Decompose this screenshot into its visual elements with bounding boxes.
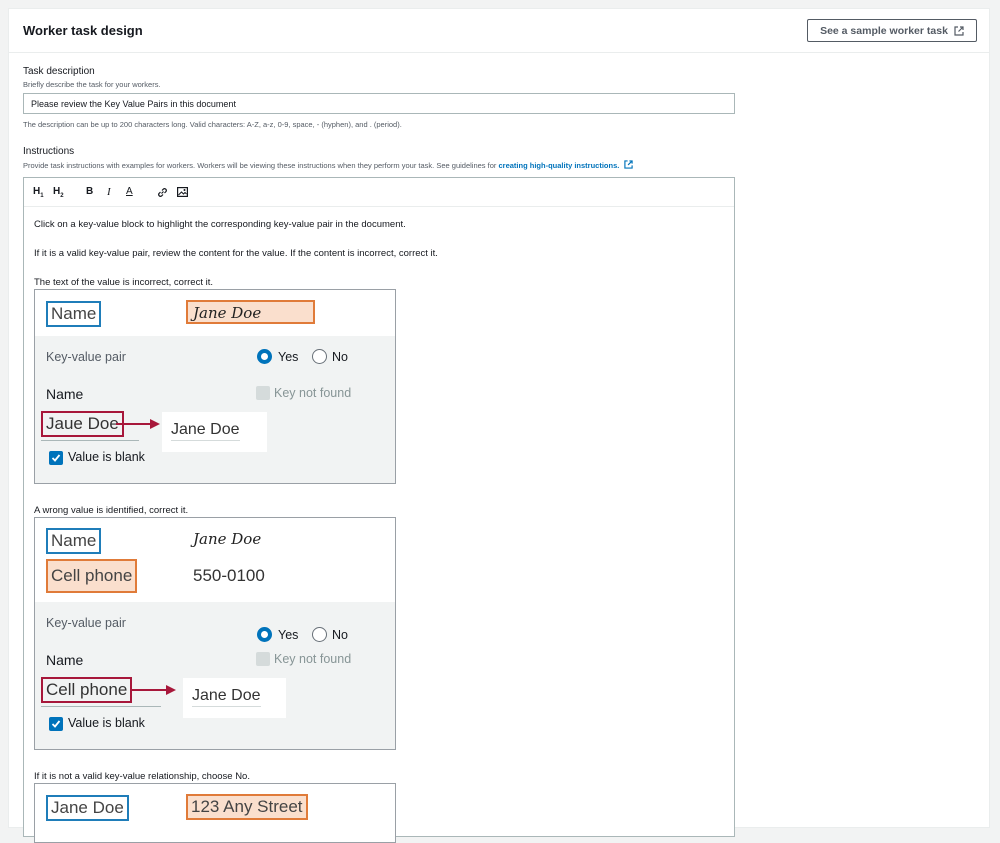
value-blank-label: Value is blank: [68, 450, 145, 464]
task-description-constraint: The description can be up to 200 charact…: [23, 120, 402, 129]
incorrect-value-box: Cell phone: [41, 677, 133, 703]
doc-value-text: Jane Doe: [193, 530, 262, 548]
example1-image: Name Jane Doe Key-value pair Yes No Name…: [34, 289, 396, 484]
task-description-hint: Briefly describe the task for your worke…: [23, 80, 161, 89]
text-color-button[interactable]: A: [126, 186, 133, 198]
instructions-editor[interactable]: H1 H2 B I A Click on a key-value block t…: [23, 177, 735, 843]
no-label: No: [332, 628, 348, 642]
external-link-icon: [954, 25, 964, 36]
value-underline: [41, 706, 161, 707]
doc-value-box: Jane Doe: [186, 300, 315, 324]
yes-radio: [257, 349, 272, 364]
see-sample-worker-task-button[interactable]: See a sample worker task: [807, 19, 977, 42]
arrow-right-icon: [132, 685, 176, 695]
instructions-label: Instructions: [23, 146, 75, 157]
heading2-button[interactable]: H2: [53, 186, 64, 202]
corrected-value-text: Jane Doe: [171, 421, 240, 441]
image-icon[interactable]: [177, 187, 188, 197]
instructions-hint-text: Provide task instructions with examples …: [23, 161, 499, 170]
example2-image: Name Jane Doe Cell phone 550-0100 Key-va…: [34, 517, 396, 750]
instruction-paragraph: Click on a key-value block to highlight …: [34, 219, 406, 230]
value-blank-label: Value is blank: [68, 716, 145, 730]
key-not-found-checkbox: [256, 386, 270, 400]
doc-key-box: Name: [46, 528, 102, 554]
instructions-hint: Provide task instructions with examples …: [23, 160, 634, 170]
example2-document: Name Jane Doe Cell phone 550-0100: [35, 518, 395, 602]
doc-value-text: 550-0100: [193, 566, 265, 585]
doc-key-box: Name: [46, 301, 102, 327]
key-not-found-label: Key not found: [274, 386, 352, 400]
doc-key-box: Cell phone: [46, 559, 138, 593]
example3-caption: If it is not a valid key-value relations…: [34, 771, 250, 782]
sample-button-label: See a sample worker task: [820, 24, 948, 37]
value-blank-checkbox: [49, 451, 63, 465]
doc-value-box: 123 Any Street: [186, 794, 308, 820]
kv-pair-label: Key-value pair: [46, 350, 126, 364]
checkmark-icon: [51, 720, 61, 728]
worker-task-design-panel: Worker task design See a sample worker t…: [8, 8, 990, 843]
key-name-label: Name: [46, 386, 84, 402]
yes-label: Yes: [278, 350, 299, 364]
panel-header: Worker task design See a sample worker t…: [9, 9, 989, 53]
corrected-value-text: Jane Doe: [192, 687, 261, 707]
example3-document: Jane Doe 123 Any Street: [35, 784, 395, 842]
key-not-found-checkbox: [256, 652, 270, 666]
italic-button[interactable]: I: [107, 186, 111, 198]
panel-title: Worker task design: [23, 23, 143, 38]
external-link-icon[interactable]: [624, 160, 634, 169]
heading1-button[interactable]: H1: [33, 186, 44, 202]
editor-toolbar: H1 H2 B I A: [24, 178, 734, 207]
value-blank-checkbox: [49, 717, 63, 731]
guidelines-link[interactable]: creating high-quality instructions.: [498, 161, 619, 170]
yes-label: Yes: [278, 628, 299, 642]
key-name-label: Name: [46, 652, 84, 668]
corrected-value: Jane Doe: [183, 678, 286, 718]
example1-caption: The text of the value is incorrect, corr…: [34, 277, 213, 288]
incorrect-value-box: Jaue Doe: [41, 411, 124, 437]
task-description-input[interactable]: [23, 93, 735, 114]
task-description-label: Task description: [23, 66, 95, 77]
key-not-found-label: Key not found: [274, 652, 352, 666]
arrow-right-icon: [116, 419, 160, 429]
corrected-value: Jane Doe: [162, 412, 267, 452]
kv-pair-label: Key-value pair: [46, 616, 126, 630]
example2-caption: A wrong value is identified, correct it.: [34, 505, 189, 516]
bold-button[interactable]: B: [86, 186, 93, 198]
no-radio: [312, 349, 327, 364]
instruction-paragraph: If it is a valid key-value pair, review …: [34, 248, 438, 259]
example3-image: Jane Doe 123 Any Street: [34, 783, 396, 843]
no-radio: [312, 627, 327, 642]
value-underline: [41, 440, 139, 441]
example1-document: Name Jane Doe: [35, 290, 395, 336]
link-icon[interactable]: [157, 187, 168, 198]
yes-radio: [257, 627, 272, 642]
checkmark-icon: [51, 454, 61, 462]
no-label: No: [332, 350, 348, 364]
doc-key-box: Jane Doe: [46, 795, 129, 821]
